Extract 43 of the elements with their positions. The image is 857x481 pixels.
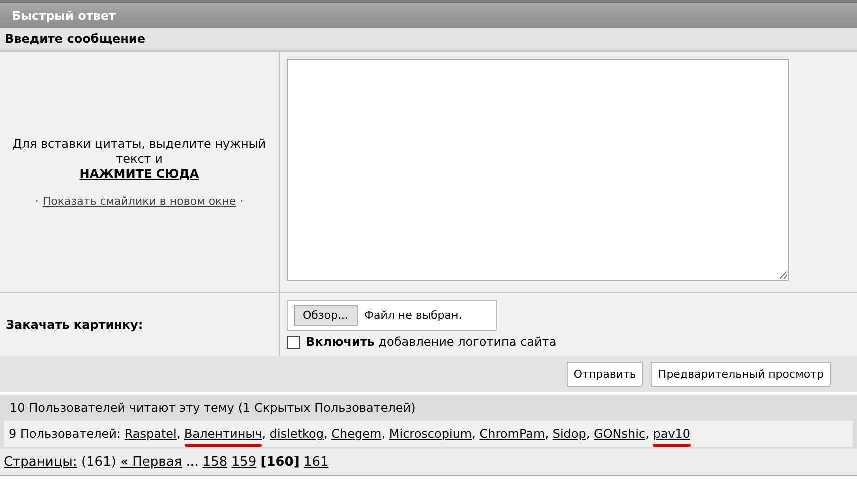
pages-link[interactable]: Страницы: — [4, 454, 78, 470]
user-link[interactable]: Валентиныч — [184, 427, 262, 441]
comma: , — [382, 427, 386, 441]
bullet: · — [240, 194, 244, 208]
smilies-link[interactable]: Показать смайлики в новом окне — [42, 194, 236, 208]
bullet: · — [35, 194, 39, 208]
comma: , — [324, 427, 328, 441]
page-link[interactable]: 158 — [202, 454, 228, 470]
page-link[interactable]: 161 — [304, 454, 329, 470]
user-link[interactable]: disletkog — [270, 427, 324, 441]
quote-link[interactable]: НАЖМИТЕ СЮДА — [80, 166, 200, 180]
user-link[interactable]: Raspatel — [124, 427, 177, 441]
user-link[interactable]: GONshic — [594, 427, 646, 441]
user-link[interactable]: Chegem — [332, 427, 382, 441]
section-header: Введите сообщение — [0, 28, 857, 52]
comma: , — [545, 427, 550, 441]
preview-button[interactable]: Предварительный просмотр — [651, 362, 831, 386]
comma: , — [646, 427, 650, 441]
ellipsis: ... — [185, 454, 200, 470]
message-field[interactable] — [287, 59, 789, 281]
quote-hint: Для вставки цитаты, выделите нужный текст и — [12, 136, 268, 166]
users-label: 9 Пользователей: — [9, 427, 122, 441]
user-link[interactable]: pav10 — [653, 427, 691, 441]
user-link[interactable]: ChromPam — [480, 427, 546, 441]
readers-summary: 10 Пользователей читают эту тему (1 Скрытых Пользователей) — [9, 400, 417, 417]
logo-option-label: Включить добавление логотипа сайта — [306, 335, 557, 349]
first-page-link[interactable]: « Первая — [120, 454, 182, 470]
page-link[interactable]: 159 — [232, 454, 257, 470]
upload-label: Закачать картинку: — [6, 318, 144, 332]
user-link[interactable]: Sidop — [552, 427, 586, 441]
file-status: Файл не выбран. — [364, 309, 462, 322]
comma: , — [586, 427, 590, 441]
page-count: (161) — [80, 454, 118, 470]
send-button[interactable]: Отправить — [566, 362, 644, 386]
logo-checkbox[interactable] — [287, 336, 300, 348]
current-page[interactable]: [160] — [260, 454, 300, 470]
comma: , — [176, 427, 181, 441]
comma: , — [262, 427, 266, 441]
user-link[interactable]: Microscopium — [389, 427, 472, 441]
comma: , — [472, 427, 476, 441]
panel-title: Быстрый ответ — [0, 0, 857, 28]
browse-button[interactable]: Обзор... — [294, 305, 358, 326]
file-input[interactable]: Обзор... Файл не выбран. — [287, 300, 497, 331]
